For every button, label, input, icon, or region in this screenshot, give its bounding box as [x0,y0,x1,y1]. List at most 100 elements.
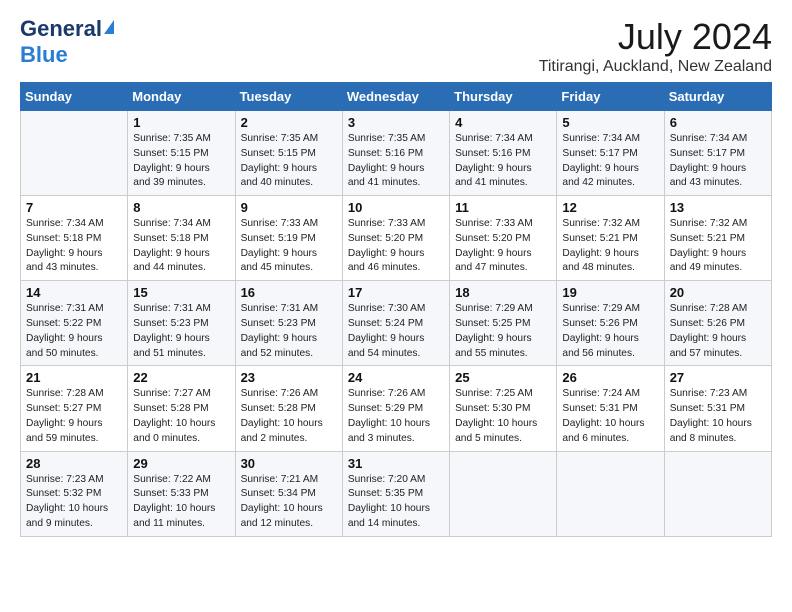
day-number: 17 [348,285,444,300]
day-info: Sunrise: 7:32 AMSunset: 5:21 PMDaylight:… [562,217,658,276]
day-info: Sunrise: 7:29 AMSunset: 5:26 PMDaylight:… [562,302,658,361]
calendar-cell: 8 Sunrise: 7:34 AMSunset: 5:18 PMDaylight… [128,196,235,281]
day-info: Sunrise: 7:27 AMSunset: 5:28 PMDaylight:… [133,387,229,446]
calendar-table: Sunday Monday Tuesday Wednesday Thursday… [20,82,772,537]
day-info: Sunrise: 7:34 AMSunset: 5:17 PMDaylight:… [670,132,766,191]
day-info: Sunrise: 7:25 AMSunset: 5:30 PMDaylight:… [455,387,551,446]
day-info: Sunrise: 7:34 AMSunset: 5:17 PMDaylight:… [562,132,658,191]
title-block: July 2024 Titirangi, Auckland, New Zeala… [539,16,772,76]
calendar-cell: 15 Sunrise: 7:31 AMSunset: 5:23 PMDayligh… [128,281,235,366]
day-info: Sunrise: 7:32 AMSunset: 5:21 PMDaylight:… [670,217,766,276]
day-number: 16 [241,285,337,300]
header-thursday: Thursday [450,83,557,111]
day-info: Sunrise: 7:29 AMSunset: 5:25 PMDaylight:… [455,302,551,361]
calendar-cell: 19 Sunrise: 7:29 AMSunset: 5:26 PMDayligh… [557,281,664,366]
day-number: 12 [562,200,658,215]
day-info: Sunrise: 7:31 AMSunset: 5:23 PMDaylight:… [133,302,229,361]
day-info: Sunrise: 7:28 AMSunset: 5:27 PMDaylight:… [26,387,122,446]
day-info: Sunrise: 7:23 AMSunset: 5:31 PMDaylight:… [670,387,766,446]
day-info: Sunrise: 7:23 AMSunset: 5:32 PMDaylight:… [26,473,122,532]
logo-general-text: General [20,16,102,42]
day-info: Sunrise: 7:34 AMSunset: 5:18 PMDaylight:… [133,217,229,276]
header-sunday: Sunday [21,83,128,111]
calendar-cell: 22Sunrise: 7:27 AMSunset: 5:28 PMDayligh… [128,366,235,451]
day-number: 20 [670,285,766,300]
calendar-cell: 6 Sunrise: 7:34 AMSunset: 5:17 PMDaylight… [664,111,771,196]
day-info: Sunrise: 7:31 AMSunset: 5:23 PMDaylight:… [241,302,337,361]
day-number: 2 [241,115,337,130]
calendar-cell [557,451,664,536]
day-info: Sunrise: 7:26 AMSunset: 5:29 PMDaylight:… [348,387,444,446]
calendar-cell: 23 Sunrise: 7:26 AMSunset: 5:28 PMDayligh… [235,366,342,451]
day-number: 26 [562,370,658,385]
calendar-body: 1 Sunrise: 7:35 AMSunset: 5:15 PMDaylight… [21,111,772,537]
calendar-cell: 27 Sunrise: 7:23 AMSunset: 5:31 PMDayligh… [664,366,771,451]
day-info: Sunrise: 7:26 AMSunset: 5:28 PMDaylight:… [241,387,337,446]
day-info: Sunrise: 7:34 AMSunset: 5:18 PMDaylight:… [26,217,122,276]
calendar-cell: 21 Sunrise: 7:28 AMSunset: 5:27 PMDayligh… [21,366,128,451]
day-number: 27 [670,370,766,385]
header-saturday: Saturday [664,83,771,111]
calendar-cell: 31 Sunrise: 7:20 AMSunset: 5:35 PMDayligh… [342,451,449,536]
day-number: 6 [670,115,766,130]
calendar-cell: 24 Sunrise: 7:26 AMSunset: 5:29 PMDayligh… [342,366,449,451]
day-number: 29 [133,456,229,471]
day-number: 24 [348,370,444,385]
day-info: Sunrise: 7:24 AMSunset: 5:31 PMDaylight:… [562,387,658,446]
calendar-cell: 11Sunrise: 7:33 AMSunset: 5:20 PMDayligh… [450,196,557,281]
calendar-header: Sunday Monday Tuesday Wednesday Thursday… [21,83,772,111]
day-info: Sunrise: 7:30 AMSunset: 5:24 PMDaylight:… [348,302,444,361]
calendar-cell: 12 Sunrise: 7:32 AMSunset: 5:21 PMDayligh… [557,196,664,281]
header-wednesday: Wednesday [342,83,449,111]
day-number: 23 [241,370,337,385]
day-number: 1 [133,115,229,130]
calendar-cell: 14Sunrise: 7:31 AMSunset: 5:22 PMDayligh… [21,281,128,366]
logo-blue-text: Blue [20,42,68,67]
calendar-cell: 25 Sunrise: 7:25 AMSunset: 5:30 PMDayligh… [450,366,557,451]
day-number: 4 [455,115,551,130]
day-number: 8 [133,200,229,215]
day-number: 31 [348,456,444,471]
header-row: Sunday Monday Tuesday Wednesday Thursday… [21,83,772,111]
day-number: 10 [348,200,444,215]
calendar-cell: 10 Sunrise: 7:33 AMSunset: 5:20 PMDayligh… [342,196,449,281]
day-number: 21 [26,370,122,385]
header-monday: Monday [128,83,235,111]
day-info: Sunrise: 7:20 AMSunset: 5:35 PMDaylight:… [348,473,444,532]
day-info: Sunrise: 7:28 AMSunset: 5:26 PMDaylight:… [670,302,766,361]
calendar-cell: 30Sunrise: 7:21 AMSunset: 5:34 PMDayligh… [235,451,342,536]
day-info: Sunrise: 7:33 AMSunset: 5:20 PMDaylight:… [348,217,444,276]
location-title: Titirangi, Auckland, New Zealand [539,58,772,76]
day-number: 9 [241,200,337,215]
logo-triangle-icon [104,20,114,34]
day-number: 28 [26,456,122,471]
day-number: 30 [241,456,337,471]
day-number: 13 [670,200,766,215]
calendar-week-5: 28 Sunrise: 7:23 AMSunset: 5:32 PMDayligh… [21,451,772,536]
calendar-cell: 9 Sunrise: 7:33 AMSunset: 5:19 PMDaylight… [235,196,342,281]
calendar-cell: 17 Sunrise: 7:30 AMSunset: 5:24 PMDayligh… [342,281,449,366]
calendar-cell: 28 Sunrise: 7:23 AMSunset: 5:32 PMDayligh… [21,451,128,536]
calendar-cell: 26 Sunrise: 7:24 AMSunset: 5:31 PMDayligh… [557,366,664,451]
day-info: Sunrise: 7:22 AMSunset: 5:33 PMDaylight:… [133,473,229,532]
day-info: Sunrise: 7:33 AMSunset: 5:19 PMDaylight:… [241,217,337,276]
day-number: 18 [455,285,551,300]
calendar-cell: 13 Sunrise: 7:32 AMSunset: 5:21 PMDayligh… [664,196,771,281]
day-number: 15 [133,285,229,300]
calendar-cell: 20 Sunrise: 7:28 AMSunset: 5:26 PMDayligh… [664,281,771,366]
calendar-cell: 4 Sunrise: 7:34 AMSunset: 5:16 PMDaylight… [450,111,557,196]
day-info: Sunrise: 7:35 AMSunset: 5:16 PMDaylight:… [348,132,444,191]
day-info: Sunrise: 7:35 AMSunset: 5:15 PMDaylight:… [133,132,229,191]
calendar-cell: 7Sunrise: 7:34 AMSunset: 5:18 PMDaylight… [21,196,128,281]
calendar-week-1: 1 Sunrise: 7:35 AMSunset: 5:15 PMDaylight… [21,111,772,196]
calendar-cell [664,451,771,536]
day-number: 11 [455,200,551,215]
day-number: 25 [455,370,551,385]
day-number: 19 [562,285,658,300]
calendar-cell: 2 Sunrise: 7:35 AMSunset: 5:15 PMDaylight… [235,111,342,196]
page-header: General Blue July 2024 Titirangi, Auckla… [20,16,772,76]
day-info: Sunrise: 7:35 AMSunset: 5:15 PMDaylight:… [241,132,337,191]
day-info: Sunrise: 7:34 AMSunset: 5:16 PMDaylight:… [455,132,551,191]
calendar-week-3: 14Sunrise: 7:31 AMSunset: 5:22 PMDayligh… [21,281,772,366]
calendar-cell: 18 Sunrise: 7:29 AMSunset: 5:25 PMDayligh… [450,281,557,366]
